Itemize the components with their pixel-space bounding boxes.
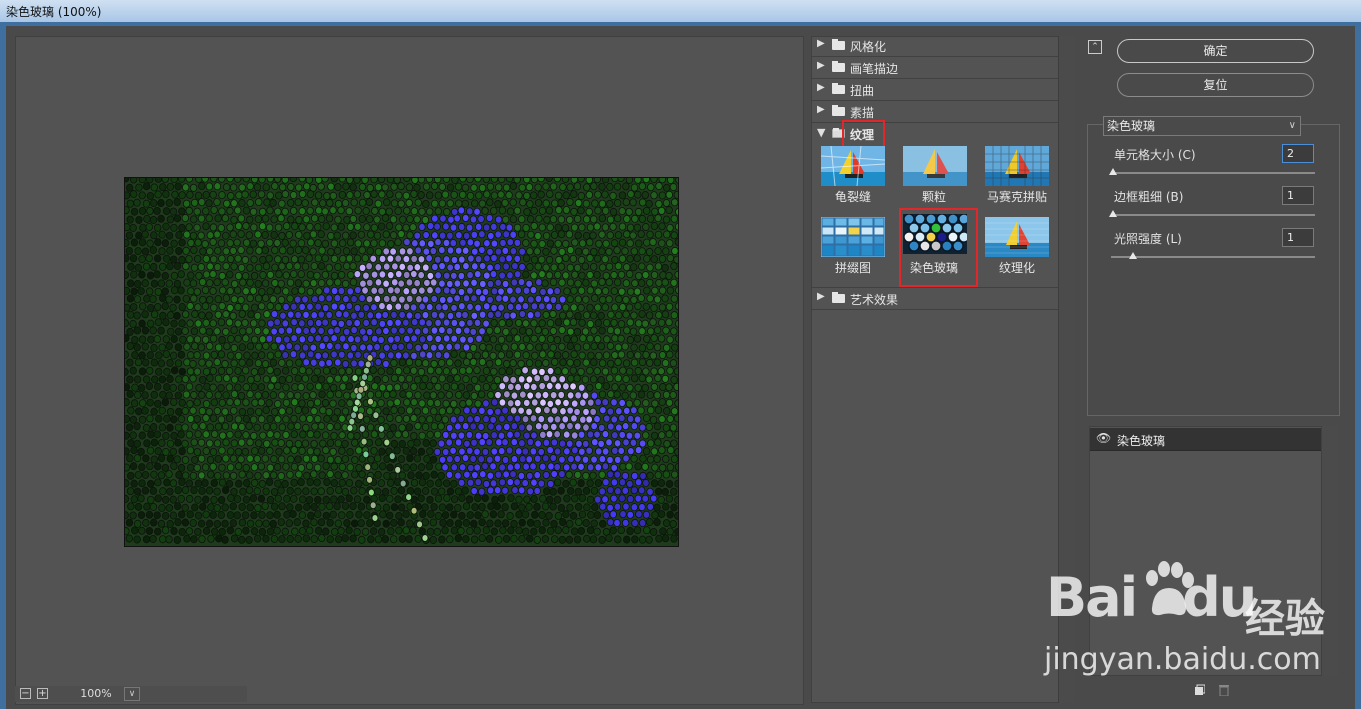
- expand-arrow-icon: ▶: [817, 104, 825, 115]
- thumb-label-stained-glass: 染色玻璃: [909, 261, 958, 275]
- filter-select-value: 染色玻璃: [1107, 119, 1156, 133]
- zoom-bar: − + 100% ∨: [15, 686, 247, 702]
- sailboat-thumbnail-icon: [985, 217, 1049, 257]
- thumb-patchwork[interactable]: [821, 217, 885, 257]
- effect-layers-panel: [1089, 426, 1322, 676]
- light-intensity-input[interactable]: 1: [1282, 228, 1314, 247]
- reset-button[interactable]: 复位: [1117, 73, 1314, 97]
- border-thickness-slider-thumb[interactable]: [1109, 210, 1117, 217]
- sailboat-thumbnail-icon: [821, 146, 885, 186]
- thumb-craquelure[interactable]: [821, 146, 885, 186]
- folder-icon: [832, 292, 845, 303]
- sailboat-thumbnail-icon: [903, 146, 967, 186]
- cell-size-slider-thumb[interactable]: [1109, 168, 1117, 175]
- category-stylize[interactable]: ▶ 风格化: [812, 35, 1058, 57]
- border-thickness-slider-track[interactable]: [1111, 214, 1315, 216]
- layers-scrollbar[interactable]: [1322, 426, 1338, 676]
- expand-arrow-icon: ▶: [817, 38, 825, 49]
- effect-layer-row[interactable]: 👁 染色玻璃: [1090, 428, 1321, 451]
- effect-layer-name: 染色玻璃: [1117, 434, 1166, 448]
- category-label: 扭曲: [850, 84, 875, 98]
- category-artistic[interactable]: ▶ 艺术效果: [812, 287, 1058, 310]
- eye-visibility-icon[interactable]: 👁: [1096, 431, 1111, 445]
- light-intensity-slider-thumb[interactable]: [1129, 252, 1137, 259]
- folder-icon: [832, 105, 845, 116]
- category-label: 素描: [850, 106, 875, 120]
- patchwork-thumbnail-icon: [821, 217, 885, 257]
- category-distort[interactable]: ▶ 扭曲: [812, 79, 1058, 101]
- window-title: 染色玻璃 (100%): [6, 5, 102, 19]
- thumb-mosaic-tiles[interactable]: [985, 146, 1049, 186]
- stained-glass-flower-image: [125, 178, 678, 544]
- cell-size-input[interactable]: 2: [1282, 144, 1314, 163]
- trash-icon[interactable]: [1218, 684, 1230, 696]
- ok-button[interactable]: 确定: [1117, 39, 1314, 63]
- folder-icon: [832, 83, 845, 94]
- thumb-label-mosaic-tiles: 马赛克拼贴: [986, 190, 1047, 204]
- thumb-label-texturizer: 纹理化: [998, 261, 1035, 275]
- preview-image[interactable]: [124, 177, 679, 547]
- title-bar: 染色玻璃 (100%): [0, 0, 1361, 22]
- sailboat-thumbnail-icon: [985, 146, 1049, 186]
- category-brush-strokes[interactable]: ▶ 画笔描边: [812, 57, 1058, 79]
- folder-icon: [832, 39, 845, 50]
- zoom-level[interactable]: 100%: [68, 687, 124, 701]
- border-thickness-label: 边框粗细 (B): [1114, 190, 1184, 204]
- collapse-arrow-icon: ▼: [817, 126, 826, 139]
- thumb-label-craquelure: 龟裂缝: [834, 190, 871, 204]
- thumb-grain[interactable]: [903, 146, 967, 186]
- light-intensity-label: 光照强度 (L): [1114, 232, 1182, 246]
- collapse-up-icon[interactable]: ⌃: [1088, 40, 1102, 54]
- zoom-out-button[interactable]: −: [20, 688, 31, 699]
- category-label: 风格化: [850, 40, 887, 54]
- border-thickness-input[interactable]: 1: [1282, 186, 1314, 205]
- category-label: 艺术效果: [850, 293, 899, 307]
- thumb-label-grain: 颗粒: [921, 190, 946, 204]
- thumb-texturizer[interactable]: [985, 217, 1049, 257]
- zoom-in-button[interactable]: +: [37, 688, 48, 699]
- highlight-box-texture: [842, 120, 885, 148]
- expand-arrow-icon: ▶: [817, 291, 825, 302]
- light-intensity-slider-track[interactable]: [1111, 256, 1315, 258]
- filter-settings-panel: [1087, 124, 1340, 416]
- expand-arrow-icon: ▶: [817, 82, 825, 93]
- new-effect-layer-icon[interactable]: [1193, 684, 1205, 696]
- zoom-dropdown-chevron-icon[interactable]: ∨: [124, 687, 140, 701]
- cell-size-slider-track[interactable]: [1111, 172, 1315, 174]
- cell-size-label: 单元格大小 (C): [1114, 148, 1196, 162]
- chevron-down-icon: ∨: [1288, 120, 1296, 131]
- filter-select[interactable]: 染色玻璃 ∨: [1103, 116, 1301, 136]
- thumb-label-patchwork: 拼缀图: [834, 261, 871, 275]
- category-label: 画笔描边: [850, 62, 899, 76]
- folder-icon: [832, 61, 845, 72]
- expand-arrow-icon: ▶: [817, 60, 825, 71]
- gallery-scrollbar[interactable]: [1058, 36, 1075, 703]
